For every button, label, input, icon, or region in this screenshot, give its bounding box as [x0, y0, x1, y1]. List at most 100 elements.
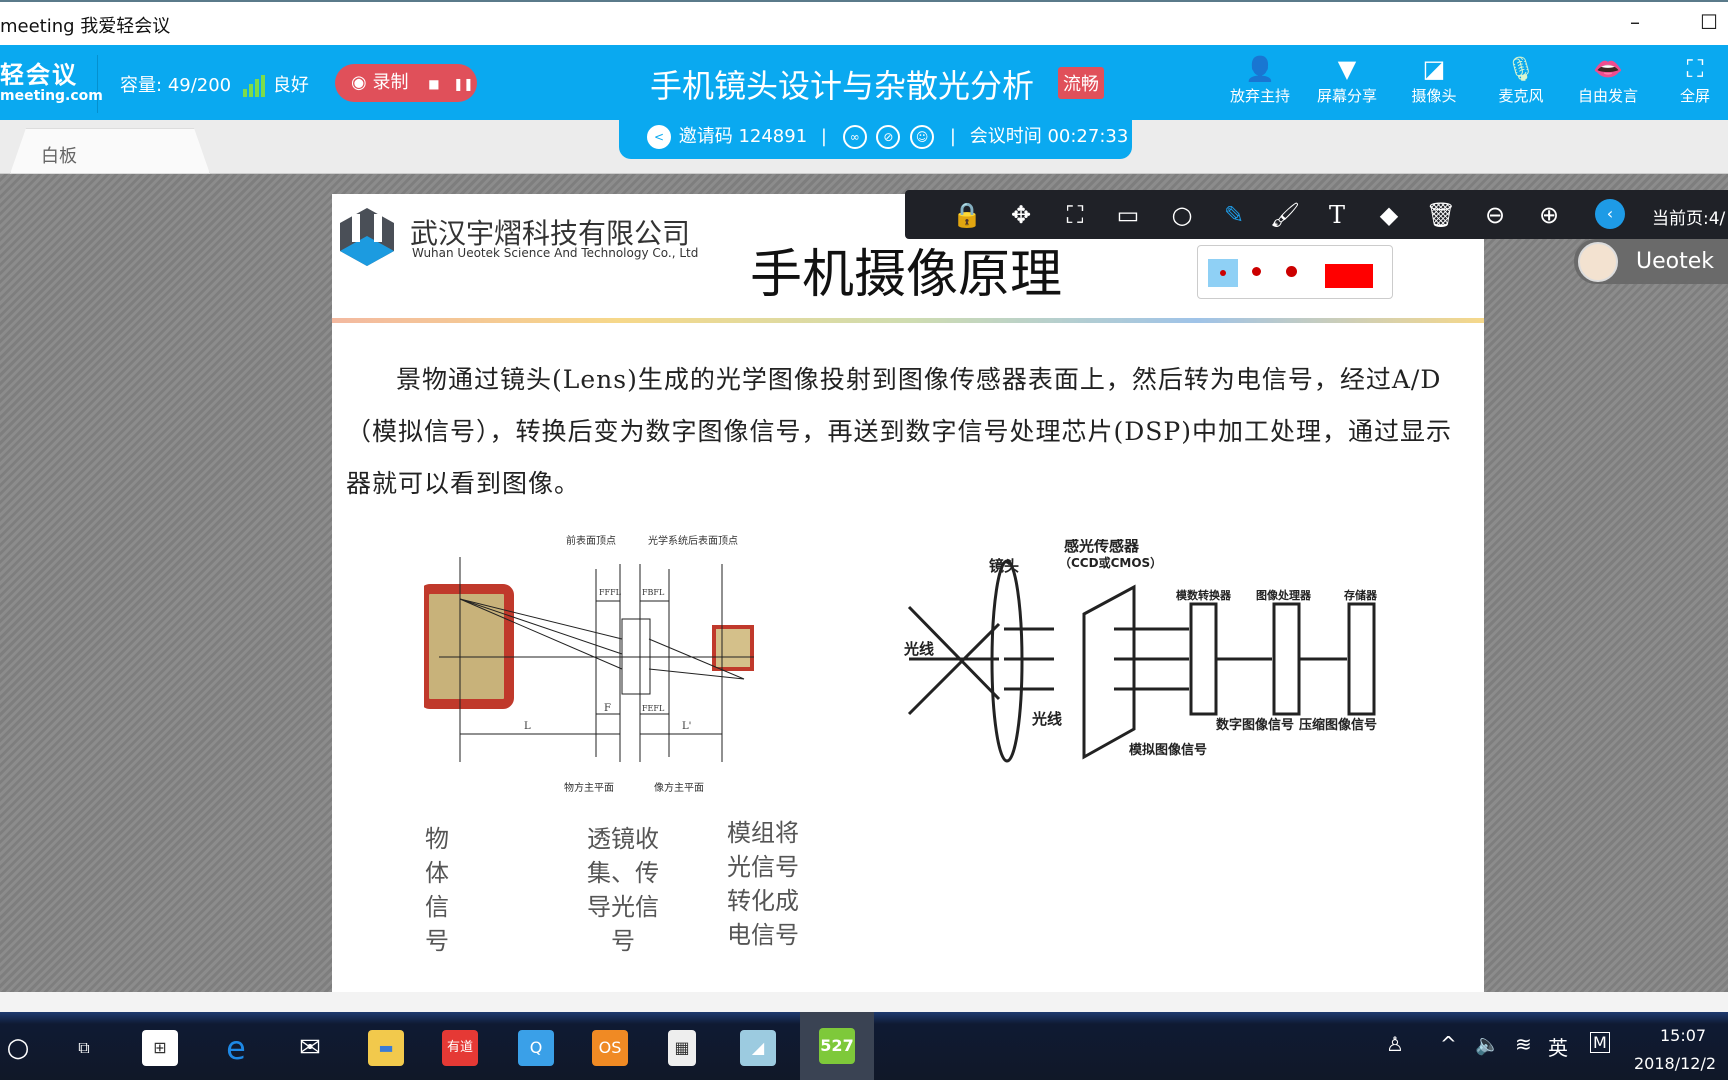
circle-icon[interactable]: ○ [1164, 198, 1200, 232]
whiteboard-toolbar: 🔒 ✥ ⛶ ▭ ○ ✎ 🖌 T ◆ 🗑 ⊖ ⊕ ‹ 当前页:4/ [905, 190, 1728, 239]
show-hidden-icons[interactable]: ^ [1440, 1032, 1457, 1056]
meeting-app-taskbar-button[interactable]: 527 [800, 1012, 874, 1080]
meeting-title: 手机镜头设计与杂散光分析 [650, 67, 1035, 105]
current-page: 当前页:4/ [1652, 209, 1726, 229]
digital-signal-label: 数字图像信号 [1216, 717, 1294, 733]
microphone-icon: 🎙 [1505, 55, 1537, 83]
user-name: Ueotek [1636, 249, 1714, 274]
L2-label: L' [682, 721, 691, 732]
sensor-label: 感光传感器 [1064, 539, 1140, 555]
window-title: meeting 我爱轻会议 [0, 16, 171, 37]
task-view-icon[interactable]: ⧉ [66, 1030, 102, 1066]
signal-bars-icon [242, 75, 267, 97]
edge-icon[interactable]: e [218, 1030, 254, 1066]
clock-date[interactable]: 2018/12/2 [1634, 1054, 1716, 1073]
notes-icon[interactable]: ◢ [740, 1030, 776, 1066]
pen-size-medium[interactable] [1252, 267, 1261, 276]
mail-icon[interactable]: ✉ [292, 1030, 328, 1066]
participants-icon[interactable]: ☺ [910, 125, 935, 149]
mute-all-icon[interactable]: ⊘ [876, 125, 901, 149]
clock-time[interactable]: 15:07 [1660, 1026, 1706, 1045]
separator: | [820, 126, 827, 147]
button-label: 全屏 [1679, 87, 1710, 105]
pen-size-large[interactable] [1286, 266, 1297, 277]
compressed-signal-label: 压缩图像信号 [1299, 717, 1377, 733]
microphone-button[interactable]: 🎙 麦克风 [1481, 53, 1561, 106]
ime-mode-icon[interactable]: M [1590, 1032, 1610, 1053]
windows-taskbar: ○ ⧉ ⊞ e ✉ ▬ 有道 Q OS ▦ ◢ 527 ♙ ^ 🔈 ≋ 英 M … [0, 1012, 1728, 1080]
volume-icon[interactable]: 🔈 [1475, 1032, 1500, 1056]
store-icon[interactable]: ⊞ [142, 1030, 178, 1066]
lock-meeting-icon[interactable]: ∞ [842, 125, 867, 149]
avatar [1578, 242, 1618, 282]
wifi-icon[interactable]: ≋ [1515, 1032, 1532, 1056]
pen-size-small[interactable] [1208, 259, 1238, 287]
app-logo: 轻会议 meeting.com [0, 55, 103, 113]
ime-indicator[interactable]: 英 [1548, 1032, 1568, 1061]
share-icon[interactable]: < [647, 125, 671, 149]
object-apple [424, 584, 514, 709]
fit-screen-icon[interactable]: ⛶ [1057, 198, 1093, 232]
camera-button[interactable]: ◪ 摄像头 [1394, 53, 1474, 106]
lock-icon[interactable]: 🔒 [949, 198, 985, 232]
analog-signal-label: 模拟图像信号 [1129, 742, 1207, 758]
pen-color-swatch[interactable] [1325, 264, 1373, 288]
divider [332, 318, 1484, 323]
separator: | [949, 126, 956, 147]
calculator-icon[interactable]: ▦ [668, 1030, 696, 1066]
caption-object-signal: 物体信号 [425, 825, 449, 955]
brush-icon[interactable]: 🖌 [1267, 198, 1303, 232]
stop-icon[interactable]: ■ [428, 77, 439, 91]
tab-label: 白板 [41, 146, 77, 167]
back-vertex-label: 光学系统后表面顶点 [648, 534, 738, 547]
user-badge: Ueotek [1574, 239, 1728, 284]
button-label: 屏幕分享 [1316, 87, 1377, 105]
image-apple [712, 625, 754, 671]
people-icon[interactable]: ♙ [1386, 1032, 1404, 1056]
prev-page-icon[interactable]: ‹ [1595, 199, 1625, 229]
ffl-label: FFFL [599, 588, 622, 597]
pen-options-popup [1197, 245, 1393, 299]
eraser-icon[interactable]: ◆ [1371, 198, 1407, 232]
move-icon[interactable]: ✥ [1003, 198, 1039, 232]
youdao-icon[interactable]: 有道 [442, 1030, 478, 1066]
window-title-bar: meeting 我爱轻会议 – ☐ [0, 0, 1728, 45]
trash-icon[interactable]: 🗑 [1423, 198, 1459, 232]
logo-text: 轻会议 [0, 61, 78, 89]
company-logo [340, 208, 394, 266]
record-button[interactable]: ◉ 录制 ■ ❚❚ [335, 64, 477, 102]
cortana-icon[interactable]: ○ [0, 1030, 36, 1066]
front-vertex-label: 前表面顶点 [566, 534, 616, 547]
bfl-label: FBFL [642, 588, 665, 597]
pen-icon[interactable]: ✎ [1216, 198, 1252, 232]
L-label: L [524, 721, 531, 732]
zoom-in-icon[interactable]: ⊕ [1531, 198, 1567, 232]
meeting-time: 会议时间 00:27:33 [969, 126, 1129, 147]
tab-whiteboard[interactable]: 白板 [10, 128, 210, 174]
capacity-value: 49/200 [167, 75, 232, 96]
qq-icon[interactable]: Q [518, 1030, 554, 1066]
button-label: 麦克风 [1498, 87, 1544, 105]
minimize-button[interactable]: – [1630, 10, 1640, 34]
maximize-button[interactable]: ☐ [1700, 10, 1718, 34]
button-label: 自由发言 [1577, 87, 1638, 105]
pause-icon[interactable]: ❚❚ [453, 77, 473, 91]
give-up-host-button[interactable]: 👤 放弃主持 [1220, 53, 1300, 106]
storage-label: 存储器 [1344, 588, 1378, 602]
camera-pipeline-diagram: 镜头 感光传感器 （CCD或CMOS） 光线 光线 模拟图像信号 数字图像信号 … [904, 539, 1378, 763]
fullscreen-button[interactable]: ⛶ 全屏 [1655, 53, 1728, 106]
invite-bar: < 邀请码 124891 | ∞ ⊘ ☺ | 会议时间 00:27:33 [619, 119, 1132, 159]
screen-share-button[interactable]: ▼ 屏幕分享 [1307, 53, 1387, 106]
slide[interactable]: 武汉宇熠科技有限公司 Wuhan Ueotek Science And Tech… [332, 194, 1484, 992]
text-icon[interactable]: T [1319, 198, 1355, 232]
slide-paragraph: 景物通过镜头(Lens)生成的光学图像投射到图像传感器表面上，然后转为电信号，经… [346, 365, 1453, 498]
rectangle-icon[interactable]: ▭ [1110, 198, 1146, 232]
button-label: 放弃主持 [1229, 87, 1290, 105]
record-label: 录制 [372, 72, 409, 93]
button-label: 摄像头 [1411, 87, 1457, 105]
file-explorer-icon[interactable]: ▬ [368, 1030, 404, 1066]
os-app-icon[interactable]: OS [592, 1030, 628, 1066]
free-speech-button[interactable]: 👄 自由发言 [1568, 53, 1648, 106]
record-dot-icon: ◉ [351, 72, 367, 93]
zoom-out-icon[interactable]: ⊖ [1477, 198, 1513, 232]
